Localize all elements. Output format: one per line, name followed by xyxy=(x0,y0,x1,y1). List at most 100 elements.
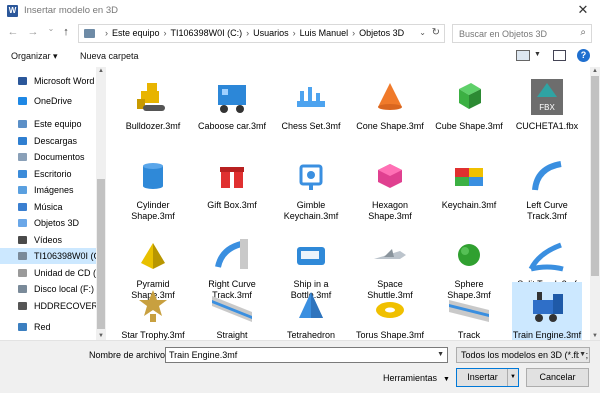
breadcrumb-separator: › xyxy=(163,28,167,38)
scroll-up-icon[interactable]: ▲ xyxy=(591,68,599,74)
filename-dropdown-icon[interactable]: ▼ xyxy=(437,348,444,362)
organize-button[interactable]: Organizar ▾ xyxy=(11,51,58,62)
cone-icon xyxy=(370,77,410,117)
left-track-icon xyxy=(527,156,567,196)
music-icon xyxy=(18,203,27,211)
file-item[interactable]: Straight xyxy=(197,282,267,340)
tools-menu[interactable]: Herramientas ▼ xyxy=(383,373,450,383)
sidebar-item[interactable]: Unidad de CD (E xyxy=(0,265,102,281)
file-item[interactable]: Keychain.3mf xyxy=(434,152,504,228)
breadcrumb-item[interactable]: Este equipo xyxy=(112,28,160,38)
keychain-tile-icon xyxy=(449,156,489,196)
refresh-icon[interactable]: ↻ xyxy=(432,27,440,38)
sidebar-item-label: OneDrive xyxy=(34,96,73,106)
sidebar-item[interactable]: Vídeos xyxy=(0,232,96,248)
file-item[interactable]: FBX CUCHETA1.fbx xyxy=(512,73,582,149)
drive-icon xyxy=(18,302,27,310)
train-icon xyxy=(527,286,567,326)
sidebar-item[interactable]: Este equipo xyxy=(0,116,96,132)
sidebar-item[interactable]: HDDRECOVERY xyxy=(0,298,104,314)
sidebar-item[interactable]: TI106398W0I (C:) xyxy=(0,248,106,264)
fbx-icon: FBX xyxy=(527,77,567,117)
file-item[interactable]: Torus Shape.3mf xyxy=(355,282,425,340)
file-item[interactable]: Gimble Keychain.3mf xyxy=(276,152,346,228)
forward-arrow-icon[interactable]: → xyxy=(27,26,39,38)
scrollbar-thumb[interactable] xyxy=(591,76,599,276)
help-icon[interactable]: ? xyxy=(577,49,590,62)
cloud-icon xyxy=(18,97,27,105)
file-item[interactable]: Tetrahedron xyxy=(276,282,346,340)
sidebar-item[interactable]: Música xyxy=(0,199,96,215)
breadcrumb-item[interactable]: Luis Manuel xyxy=(300,28,349,38)
address-bar[interactable]: › Este equipo › TI106398W0I (C:) › Usuar… xyxy=(78,24,445,43)
scroll-down-icon[interactable]: ▼ xyxy=(591,333,599,339)
3d-objects-icon xyxy=(18,219,27,227)
sidebar-item[interactable]: Documentos xyxy=(0,149,96,165)
sidebar-item[interactable]: Descargas xyxy=(0,133,96,149)
sidebar-item[interactable]: Disco local (F:) xyxy=(0,281,96,297)
file-item[interactable]: Caboose car.3mf xyxy=(197,73,267,149)
breadcrumb-item[interactable]: Usuarios xyxy=(253,28,289,38)
search-icon[interactable]: ⌕ xyxy=(580,27,586,38)
download-icon xyxy=(18,137,27,145)
file-name: Tetrahedron xyxy=(286,330,336,340)
file-list-scrollbar[interactable]: ▲ ▼ xyxy=(590,67,600,340)
sidebar-item[interactable]: Microsoft Word xyxy=(0,73,96,89)
breadcrumb-item[interactable]: TI106398W0I (C:) xyxy=(171,28,243,38)
scroll-down-icon[interactable]: ▼ xyxy=(97,333,105,339)
keychain-icon xyxy=(291,156,331,196)
cancel-button[interactable]: Cancelar xyxy=(526,368,589,387)
recent-locations-icon[interactable]: ⌄ xyxy=(45,24,57,33)
file-item[interactable]: Chess Set.3mf xyxy=(276,73,346,149)
search-box[interactable]: Buscar en Objetos 3D ⌕ xyxy=(452,24,592,43)
torus-icon xyxy=(370,286,410,326)
file-name: Cylinder Shape.3mf xyxy=(131,200,175,221)
sidebar-item[interactable]: Red xyxy=(0,319,96,335)
view-options-icon[interactable] xyxy=(516,50,530,61)
sidebar-item[interactable]: Objetos 3D xyxy=(0,215,96,231)
bulldozer-icon xyxy=(133,77,173,117)
file-item[interactable]: Bulldozer.3mf xyxy=(118,73,188,149)
breadcrumb-item[interactable]: Objetos 3D xyxy=(359,28,404,38)
sidebar-item-label: Imágenes xyxy=(34,185,74,195)
filename-value[interactable]: Train Engine.3mf xyxy=(169,350,237,360)
close-button[interactable]: ✕ xyxy=(574,2,592,18)
scroll-up-icon[interactable]: ▲ xyxy=(97,68,105,74)
scrollbar-thumb[interactable] xyxy=(97,179,105,329)
file-item[interactable]: Hexagon Shape.3mf xyxy=(355,152,425,228)
filename-input[interactable]: Train Engine.3mf ▼ xyxy=(165,347,448,363)
file-item[interactable]: Cone Shape.3mf xyxy=(355,73,425,149)
file-name: Left Curve Track.3mf xyxy=(526,200,568,221)
file-name: Star Trophy.3mf xyxy=(121,330,185,340)
file-item[interactable]: Gift Box.3mf xyxy=(197,152,267,228)
sidebar-item[interactable]: Escritorio xyxy=(0,166,96,182)
up-arrow-icon[interactable]: ↑ xyxy=(60,26,72,38)
file-name: Hexagon Shape.3mf xyxy=(368,200,412,221)
breadcrumb-separator: › xyxy=(352,28,356,38)
cylinder-icon xyxy=(133,156,173,196)
drive-icon xyxy=(18,285,27,293)
insert-button[interactable]: Insertar ▼ xyxy=(456,368,519,387)
address-dropdown-icon[interactable]: ⌄ xyxy=(419,28,426,37)
file-item[interactable]: Star Trophy.3mf xyxy=(118,282,188,340)
file-item[interactable]: Track xyxy=(434,282,504,340)
folder-icon xyxy=(84,29,95,38)
sidebar-item[interactable]: Imágenes xyxy=(0,182,96,198)
breadcrumb: › Este equipo › TI106398W0I (C:) › Usuar… xyxy=(101,28,404,38)
view-dropdown-icon[interactable]: ▼ xyxy=(534,51,541,58)
file-item[interactable]: Left Curve Track.3mf xyxy=(512,152,582,228)
new-folder-button[interactable]: Nueva carpeta xyxy=(80,51,139,61)
sidebar-item[interactable]: OneDrive xyxy=(0,93,96,109)
sidebar-scrollbar[interactable]: ▲ ▼ xyxy=(96,67,106,340)
insert-split-dropdown-icon[interactable]: ▼ xyxy=(507,369,518,386)
preview-pane-icon[interactable] xyxy=(553,50,566,61)
file-item[interactable]: Cylinder Shape.3mf xyxy=(118,152,188,228)
back-arrow-icon[interactable]: ← xyxy=(7,26,19,38)
navigation-pane: Microsoft Word OneDrive Este equipo Descarg… xyxy=(0,67,106,340)
file-item[interactable]: Cube Shape.3mf xyxy=(434,73,504,149)
file-item[interactable]: Train Engine.3mf xyxy=(512,282,582,340)
command-toolbar: Organizar ▾ Nueva carpeta ▼ ? xyxy=(0,45,600,67)
file-type-select[interactable]: Todos los modelos en 3D (*.fbx; ▼ xyxy=(456,347,590,363)
file-type-dropdown-icon[interactable]: ▼ xyxy=(579,348,586,362)
sidebar-item-label: Vídeos xyxy=(34,235,63,245)
